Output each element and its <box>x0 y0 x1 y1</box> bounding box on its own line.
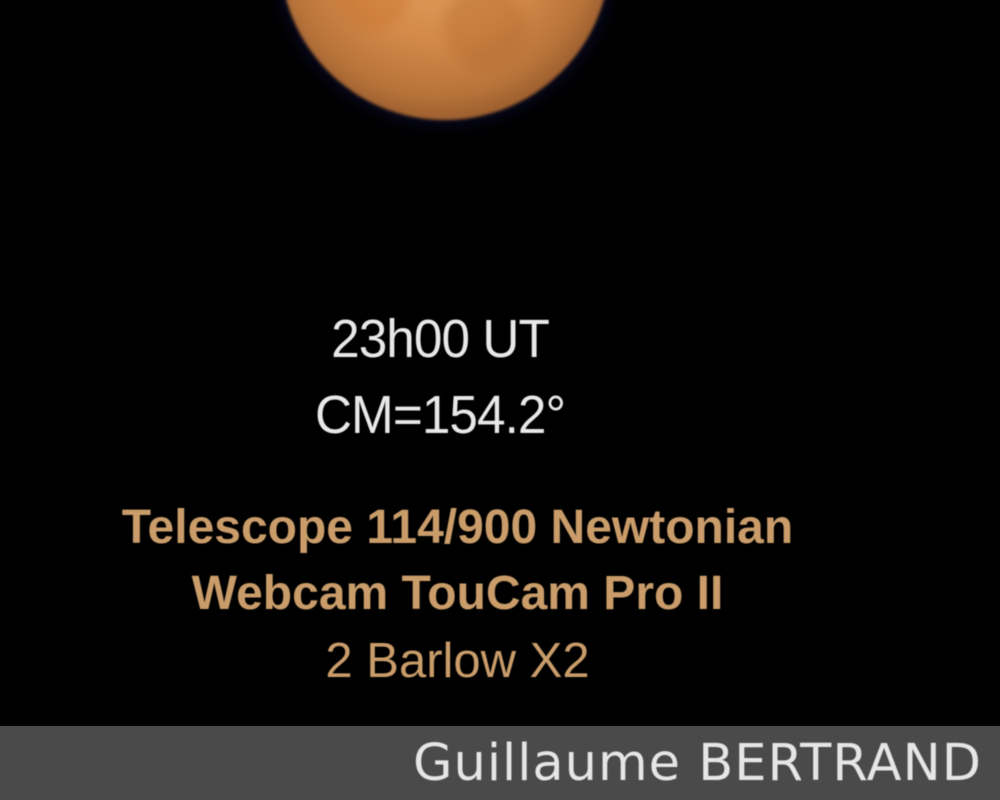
central-meridian: CM=154.2° <box>314 385 566 445</box>
photographer-credit: Guillaume BERTRAND <box>413 734 982 793</box>
planet-disk <box>280 0 610 120</box>
observation-time: 23h00 UT <box>331 309 550 369</box>
equipment-camera: Webcam TouCam Pro II <box>191 567 724 620</box>
equipment-barlow: 2 Barlow X2 <box>325 634 590 688</box>
equipment-telescope: Telescope 114/900 Newtonian <box>121 501 794 554</box>
credit-bar: Guillaume BERTRAND <box>0 726 1000 800</box>
planet-image: 23h00 UT CM=154.2° Telescope 114/900 New… <box>0 0 1000 800</box>
